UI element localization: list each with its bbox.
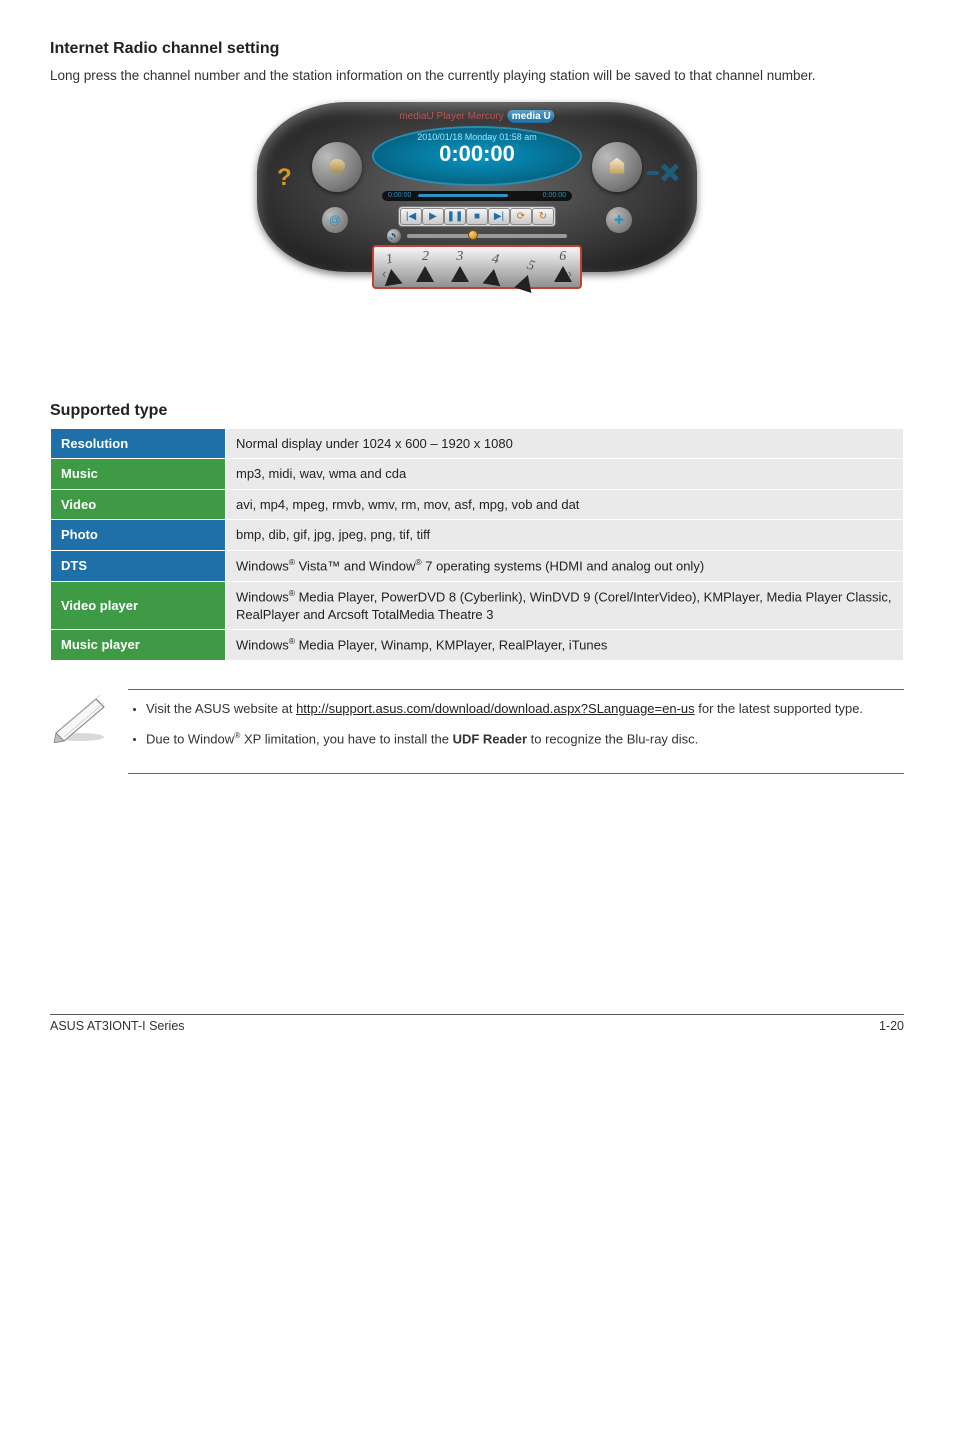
- next-icon: ▶|: [488, 208, 510, 225]
- footer-right: 1-20: [879, 1019, 904, 1033]
- section-internet-radio-heading: Internet Radio channel setting: [50, 40, 904, 58]
- settings-knob-icon: [312, 142, 362, 192]
- row-value: mp3, midi, wav, wma and cda: [226, 459, 904, 490]
- play-icon: ▶: [422, 208, 444, 225]
- remaining-time: 0:00:00: [543, 192, 566, 199]
- row-value: Windows® Vista™ and Window® 7 operating …: [226, 550, 904, 581]
- player-main-time: 0:00:00: [374, 141, 580, 167]
- help-icon: ?: [277, 164, 292, 192]
- table-row: Music playerWindows® Media Player, Winam…: [51, 630, 904, 661]
- stop-icon: ■: [466, 208, 488, 225]
- internet-icon: @: [322, 207, 348, 233]
- row-header: Video player: [51, 581, 226, 629]
- table-row: Videoavi, mp4, mpeg, rmvb, wmv, rm, mov,…: [51, 489, 904, 520]
- preset-2: 2: [416, 249, 434, 282]
- note-body: Visit the ASUS website at http://support…: [128, 689, 904, 774]
- row-header: Resolution: [51, 428, 226, 459]
- list-item: Visit the ASUS website at http://support…: [146, 700, 904, 719]
- row-header: Music: [51, 459, 226, 490]
- section-supported-heading: Supported type: [50, 402, 904, 420]
- table-row: Musicmp3, midi, wav, wma and cda: [51, 459, 904, 490]
- row-header: Music player: [51, 630, 226, 661]
- pause-icon: ❚❚: [444, 208, 466, 225]
- prev-icon: |◀: [400, 208, 422, 225]
- supported-type-table: ResolutionNormal display under 1024 x 60…: [50, 428, 904, 661]
- preset-strip: ‹ 1 2 3 4 5 6 ›: [372, 245, 582, 289]
- home-knob-icon: [592, 142, 642, 192]
- table-row: Video playerWindows® Media Player, Power…: [51, 581, 904, 629]
- elapsed-time: 0:00:00: [388, 192, 411, 199]
- sync-icon: ✚: [606, 207, 632, 233]
- player-logo-bar: mediaU Player Mercury media U: [399, 110, 554, 123]
- preset-5: 5: [515, 256, 542, 293]
- list-item: Due to Window® XP limitation, you have t…: [146, 729, 904, 749]
- row-value: Windows® Media Player, PowerDVD 8 (Cyber…: [226, 581, 904, 629]
- row-value: Windows® Media Player, Winamp, KMPlayer,…: [226, 630, 904, 661]
- player-logo-prefix: mediaU Player Mercury: [399, 111, 503, 122]
- section-internet-radio-body: Long press the channel number and the st…: [50, 66, 904, 86]
- row-header: Photo: [51, 520, 226, 551]
- row-value: Normal display under 1024 x 600 – 1920 x…: [226, 428, 904, 459]
- page-footer: ASUS AT3IONT-I Series 1-20: [50, 1014, 904, 1033]
- refresh-icon: ↻: [532, 208, 554, 225]
- preset-1: 1: [380, 250, 403, 285]
- preset-4: 4: [483, 250, 506, 285]
- transport-controls: |◀ ▶ ❚❚ ■ ▶| ⟳ ↻: [398, 206, 556, 227]
- note-pencil-icon: [50, 689, 110, 748]
- row-header: DTS: [51, 550, 226, 581]
- footer-left: ASUS AT3IONT-I Series: [50, 1019, 185, 1033]
- record-icon: ⟳: [510, 208, 532, 225]
- table-row: DTSWindows® Vista™ and Window® 7 operati…: [51, 550, 904, 581]
- preset-3: 3: [451, 249, 469, 282]
- row-value: avi, mp4, mpeg, rmvb, wmv, rm, mov, asf,…: [226, 489, 904, 520]
- table-row: ResolutionNormal display under 1024 x 60…: [51, 428, 904, 459]
- row-header: Video: [51, 489, 226, 520]
- player-illustration: mediaU Player Mercury media U 2010/01/18…: [50, 102, 904, 332]
- close-icon: [647, 164, 679, 182]
- row-value: bmp, dib, gif, jpg, jpeg, png, tif, tiff: [226, 520, 904, 551]
- table-row: Photobmp, dib, gif, jpg, jpeg, png, tif,…: [51, 520, 904, 551]
- volume-row: 🔊: [387, 229, 567, 243]
- player-display: 2010/01/18 Monday 01:58 am 0:00:00: [372, 126, 582, 186]
- progress-bar: 0:00:00 0:00:00: [382, 191, 572, 201]
- speaker-icon: 🔊: [387, 229, 401, 243]
- player-logo-badge: media U: [508, 110, 555, 123]
